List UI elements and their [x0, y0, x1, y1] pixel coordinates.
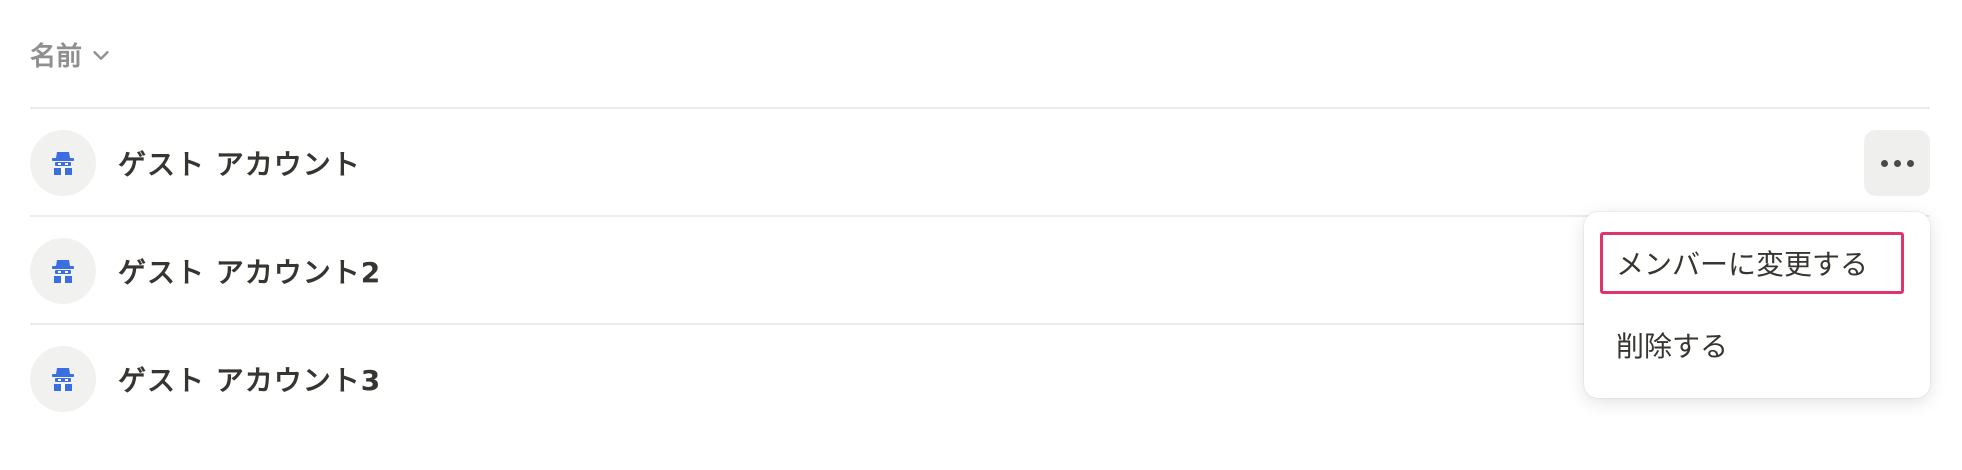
guest-accounts-panel: 名前 ゲスト アカウント ゲスト アカウント2 ゲスト アカウント3 メンバーに… — [0, 0, 1962, 470]
avatar — [30, 130, 96, 196]
delete-menu-item[interactable]: 削除する — [1600, 314, 1904, 376]
name-column-sort[interactable]: 名前 — [30, 36, 112, 73]
guest-spy-icon — [52, 260, 74, 283]
chevron-down-icon — [93, 50, 109, 60]
account-name: ゲスト アカウント2 — [118, 256, 382, 289]
change-to-member-menu-item[interactable]: メンバーに変更する — [1600, 232, 1904, 294]
account-name: ゲスト アカウント — [118, 148, 361, 181]
more-actions-button[interactable] — [1864, 130, 1930, 196]
guest-spy-icon — [52, 152, 74, 175]
name-column-label: 名前 — [30, 42, 83, 72]
more-horizontal-icon — [1880, 159, 1888, 167]
guest-spy-icon — [52, 368, 74, 391]
avatar — [30, 346, 96, 412]
table-row[interactable]: ゲスト アカウント — [30, 109, 1930, 217]
avatar — [30, 238, 96, 304]
row-context-menu: メンバーに変更する 削除する — [1584, 212, 1930, 398]
account-name: ゲスト アカウント3 — [118, 364, 382, 397]
